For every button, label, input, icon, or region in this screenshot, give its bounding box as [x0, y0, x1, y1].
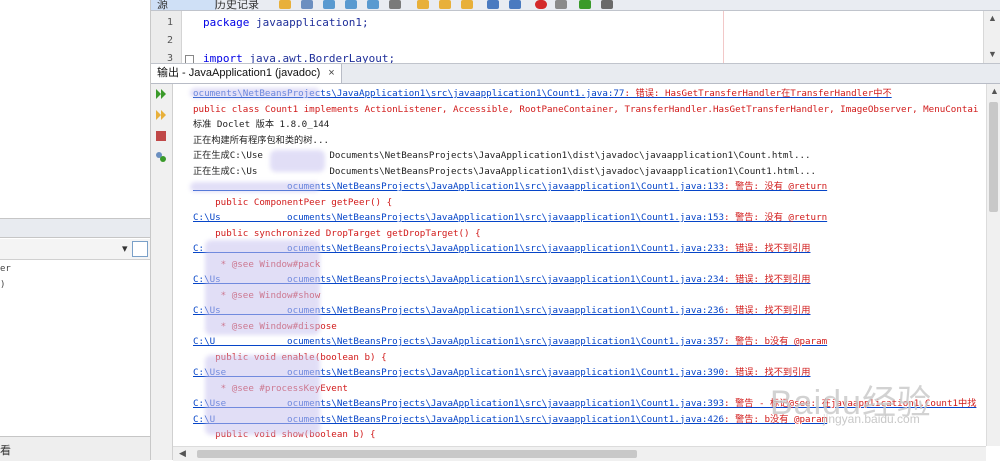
output-message: : 警告: 没有 @return [724, 212, 828, 223]
line-number: 3 [167, 53, 174, 64]
output-file-link[interactable]: C:\U ocuments\NetBeansProjects\JavaAppli… [193, 336, 724, 347]
line-number: 2 [167, 35, 174, 46]
code-line[interactable]: package javaapplication1; [203, 16, 369, 29]
next-icon[interactable] [367, 0, 379, 9]
output-message: : 错误: 找不到引用 [724, 274, 811, 285]
scroll-left-icon[interactable]: ◀ [179, 448, 186, 459]
back-icon[interactable] [279, 0, 291, 9]
editor-scrollbar[interactable]: ▲ ▼ [983, 11, 1000, 63]
output-message: : 错误: HasGetTransferHandler在TransferHand… [624, 88, 892, 99]
line-number: 1 [167, 17, 174, 28]
settings-icon[interactable] [154, 150, 168, 164]
redaction-blur [190, 182, 320, 192]
output-file-link[interactable]: C:\Us ocuments\NetBeansProjects\JavaAppl… [193, 212, 724, 223]
shift-right-icon[interactable] [509, 0, 521, 9]
output-message: : 错误: 找不到引用 [724, 305, 811, 316]
stop-icon[interactable] [555, 0, 567, 9]
forward-icon[interactable] [301, 0, 313, 9]
output-tabbar: 输出 - JavaApplication1 (javadoc) × [151, 64, 1000, 84]
prev-bookmark-icon[interactable] [439, 0, 451, 9]
rerun-icon[interactable] [154, 87, 168, 101]
output-error-line: public synchronized DropTarget getDropTa… [193, 227, 481, 239]
output-message: : 警告: b没有 @param [724, 336, 828, 347]
code-keyword: package [203, 16, 250, 29]
left-bottom-label: 看 [0, 445, 11, 457]
previous-icon[interactable] [345, 0, 357, 9]
scroll-thumb[interactable] [989, 102, 998, 212]
redaction-blur [190, 88, 320, 98]
output-text-line: 标准 Doclet 版本 1.8.0_144 [193, 119, 330, 130]
scroll-up-icon[interactable]: ▲ [990, 86, 999, 96]
tab-source[interactable]: 源 [151, 0, 216, 11]
code-text: java.awt.BorderLayout; [242, 52, 396, 64]
navigator-item[interactable]: er [0, 264, 11, 274]
output-message: : 错误: 找不到引用 [724, 243, 811, 254]
output-toolbar [151, 84, 173, 460]
filter-button[interactable] [132, 241, 148, 257]
search-icon[interactable] [323, 0, 335, 9]
editor-toolbar: 源 历史记录 [151, 0, 1000, 11]
code-keyword: import [203, 52, 243, 64]
output-error-line: public ComponentPeer getPeer() { [193, 196, 393, 208]
redaction-blur [205, 355, 320, 435]
bookmark-icon[interactable] [417, 0, 429, 9]
next-bookmark-icon[interactable] [461, 0, 473, 9]
scroll-thumb[interactable] [197, 450, 637, 458]
redaction-blur [205, 240, 320, 335]
output-link-line[interactable]: C:\Us ocuments\NetBeansProjects\JavaAppl… [193, 212, 827, 224]
tab-history[interactable]: 历史记录 [209, 0, 281, 11]
fold-icon[interactable] [185, 55, 194, 63]
redaction-blur [270, 150, 325, 172]
output-error-line: public class Count1 implements ActionLis… [193, 103, 979, 115]
chevron-down-icon[interactable]: ▾ [122, 242, 128, 255]
line-gutter: 1 2 3 [151, 11, 182, 63]
right-margin-line [723, 11, 724, 63]
record-icon[interactable] [535, 0, 547, 9]
output-message: : 警告: 没有 @return [724, 181, 828, 192]
output-link-line[interactable]: C:\U ocuments\NetBeansProjects\JavaAppli… [193, 336, 827, 348]
navigator-item[interactable]: ) [0, 280, 5, 290]
shift-left-icon[interactable] [487, 0, 499, 9]
navigator-combo[interactable]: ▾ [0, 239, 150, 260]
close-icon[interactable]: × [328, 67, 334, 79]
tab-output[interactable]: 输出 - JavaApplication1 (javadoc) × [151, 64, 342, 83]
output-vertical-scrollbar[interactable]: ▲ [986, 84, 1000, 446]
code-editor[interactable]: 1 2 3 package javaapplication1; import j… [151, 11, 1000, 64]
left-panel: ▾ er ) 看 [0, 0, 151, 461]
navigator-header [0, 218, 150, 238]
rerun-with-params-icon[interactable] [154, 108, 168, 122]
scroll-up-icon[interactable]: ▲ [988, 13, 997, 23]
chart-icon[interactable] [579, 0, 591, 9]
toggle-icon[interactable] [389, 0, 401, 9]
left-bottom-bar: 看 [0, 436, 150, 461]
watermark-url: jingyan.baidu.com [823, 412, 920, 426]
code-text: javaapplication1; [249, 16, 369, 29]
code-line[interactable]: import java.awt.BorderLayout; [203, 52, 396, 64]
menu-icon[interactable] [601, 0, 613, 9]
output-text-line: 正在构建所有程序包和类的树... [193, 134, 330, 146]
scroll-down-icon[interactable]: ▼ [988, 49, 997, 59]
output-tab-label: 输出 - JavaApplication1 (javadoc) [157, 67, 321, 79]
stop-icon[interactable] [154, 129, 168, 143]
output-horizontal-scrollbar[interactable]: ◀ [173, 446, 986, 461]
